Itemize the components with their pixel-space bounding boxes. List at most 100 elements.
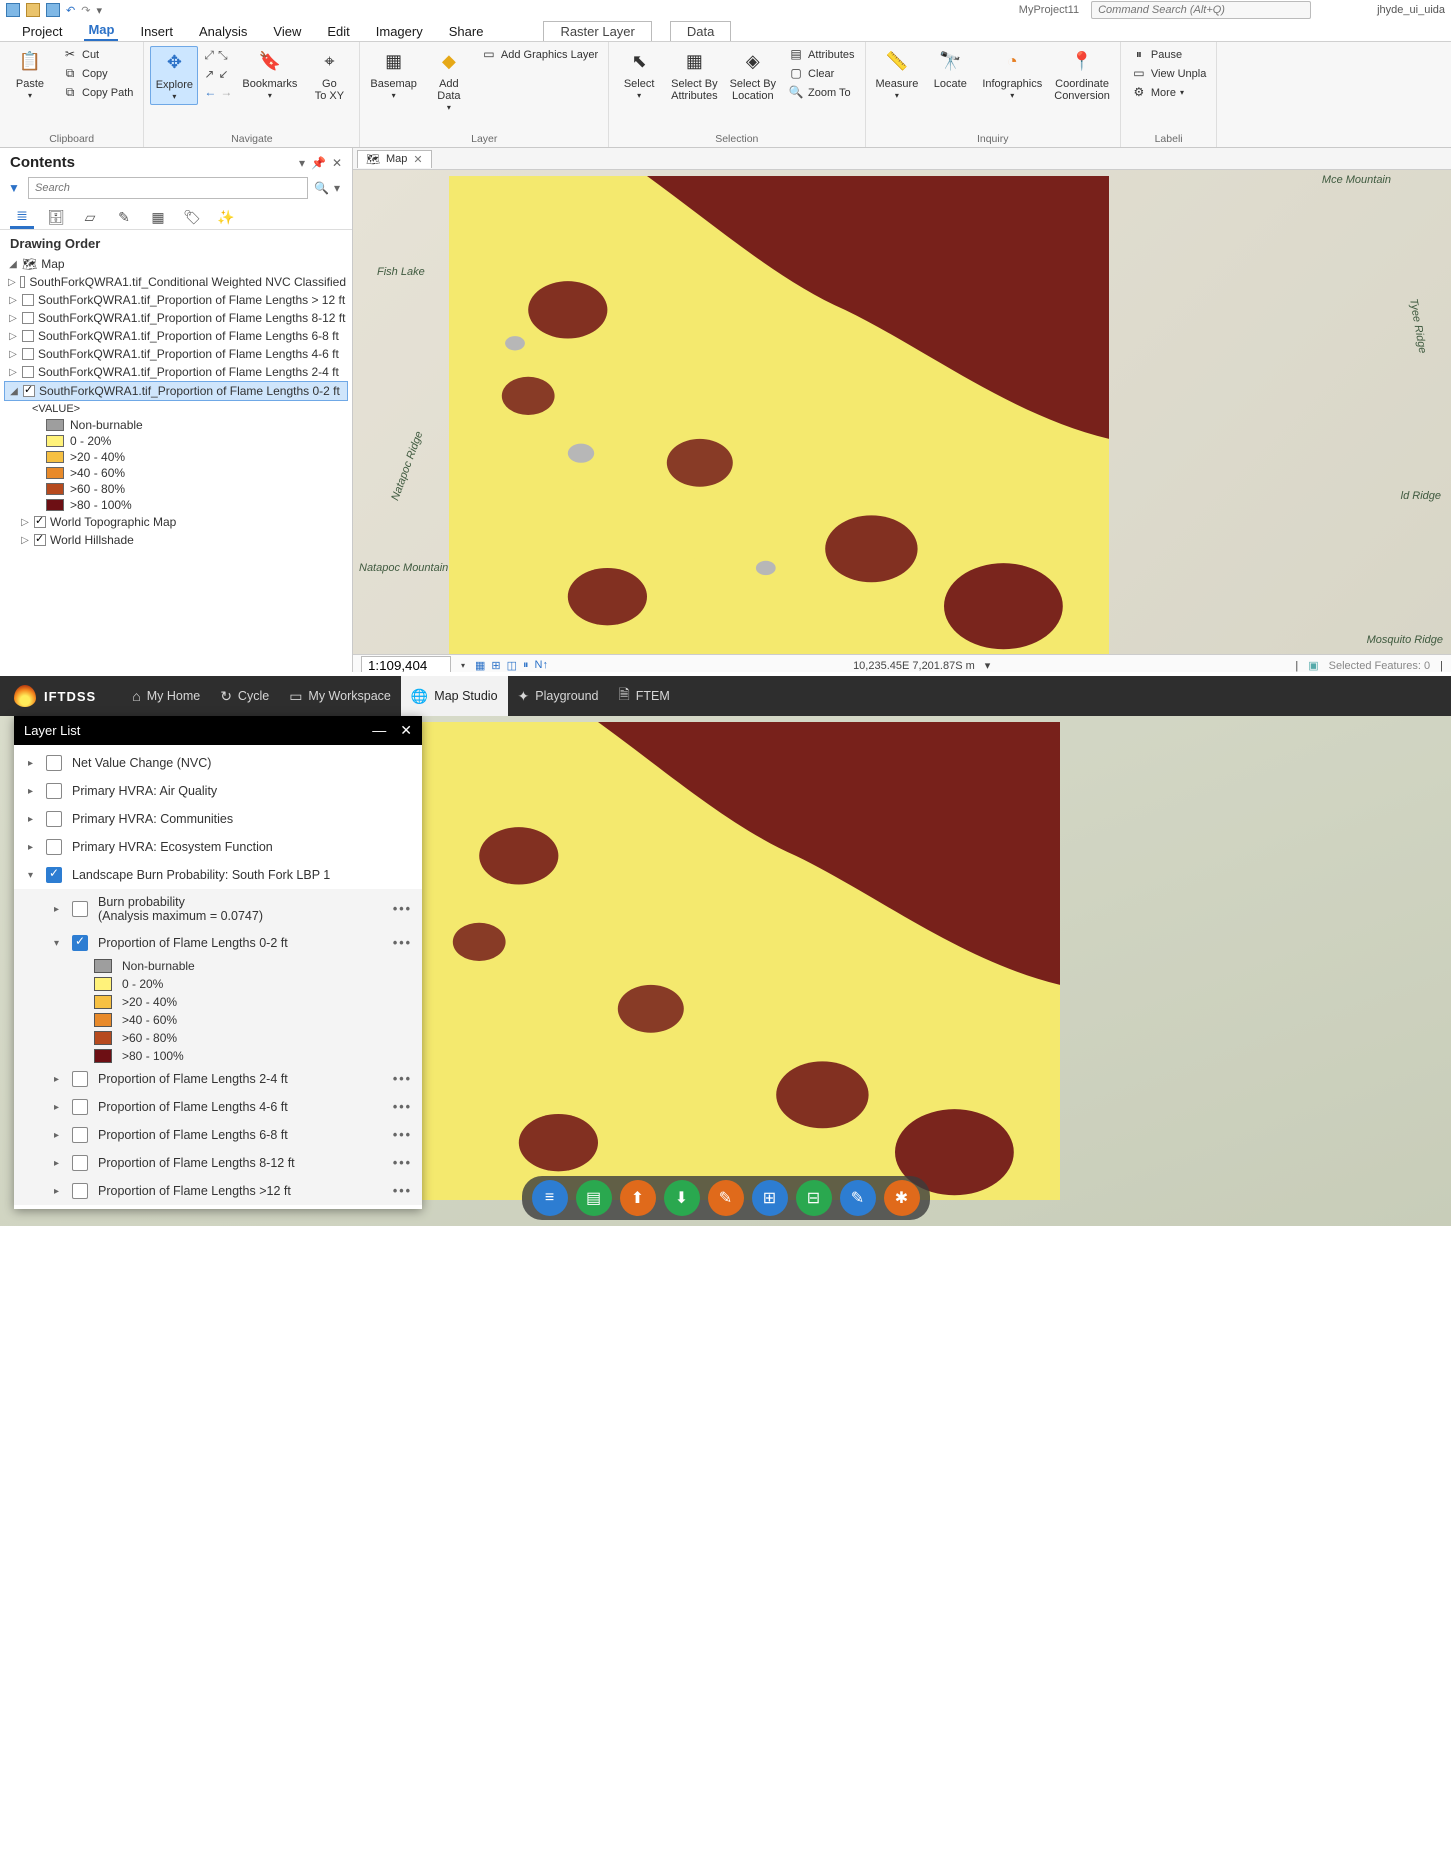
map-tool-button[interactable]: ▤ — [576, 1180, 612, 1216]
expand-icon[interactable]: ▸ — [54, 1074, 62, 1085]
layer-checkbox[interactable] — [72, 1155, 88, 1171]
more-icon[interactable]: ••• — [393, 936, 412, 950]
layer-list-item[interactable]: ▸Primary HVRA: Ecosystem Function — [14, 833, 422, 861]
select-button[interactable]: ⬉Select▾ — [615, 46, 663, 103]
prev-extent-icon[interactable]: ← — [204, 85, 216, 99]
list-by-perspective-icon[interactable]: ✨ — [214, 205, 238, 229]
nav-item[interactable]: ↻Cycle — [210, 676, 279, 716]
layer-list-item[interactable]: ▸Proportion of Flame Lengths 6-8 ft••• — [14, 1121, 422, 1149]
more-button[interactable]: ⚙More▾ — [1127, 84, 1210, 102]
layer-checkbox[interactable] — [72, 1071, 88, 1087]
close-tab-icon[interactable]: ✕ — [413, 153, 422, 166]
layer-checkbox[interactable] — [22, 348, 34, 360]
layer-list-item[interactable]: ▸Net Value Change (NVC) — [14, 749, 422, 777]
redo-icon[interactable]: ↷ — [81, 4, 90, 17]
expand-icon[interactable]: ▷ — [8, 295, 18, 306]
map-tool-button[interactable]: ⬆ — [620, 1180, 656, 1216]
layer-checkbox[interactable] — [46, 811, 62, 827]
zoom-sel-icon[interactable]: ⤡ — [218, 48, 228, 63]
close-icon[interactable]: ✕ — [332, 156, 342, 170]
expand-icon[interactable]: ▷ — [8, 277, 16, 288]
layer-checkbox[interactable] — [46, 755, 62, 771]
layer-checkbox[interactable] — [46, 867, 62, 883]
map-scale-input[interactable] — [361, 656, 451, 675]
layer-list-item[interactable]: ▸Proportion of Flame Lengths 4-6 ft••• — [14, 1093, 422, 1121]
expand-icon[interactable]: ▸ — [28, 814, 36, 825]
more-icon[interactable]: ••• — [393, 1156, 412, 1170]
layer-checkbox[interactable] — [34, 534, 46, 546]
toc-base-layer[interactable]: ▷World Hillshade — [4, 531, 348, 549]
brand[interactable]: IFTDSS — [14, 685, 96, 707]
layer-list-item[interactable]: ▾Proportion of Flame Lengths 0-2 ft••• — [14, 929, 422, 957]
list-by-labeling-icon[interactable]: 🏷 — [180, 205, 204, 229]
grid-icon[interactable]: ⊞ — [491, 659, 500, 672]
layer-list-item[interactable]: ▸Proportion of Flame Lengths 2-4 ft••• — [14, 1065, 422, 1093]
layer-checkbox[interactable] — [72, 1183, 88, 1199]
infographics-button[interactable]: ◔Infographics▾ — [978, 46, 1046, 103]
coords-caret-icon[interactable]: ▾ — [985, 659, 991, 672]
select-by-location-button[interactable]: ◈Select By Location — [726, 46, 780, 104]
layer-checkbox[interactable] — [22, 366, 34, 378]
more-icon[interactable]: ••• — [393, 902, 412, 916]
toc-base-layer[interactable]: ▷World Topographic Map — [4, 513, 348, 531]
new-project-icon[interactable] — [6, 3, 20, 17]
gotoxy-button[interactable]: ⌖ Go To XY — [305, 46, 353, 104]
layer-checkbox[interactable] — [20, 276, 26, 288]
cut-button[interactable]: ✂Cut — [58, 46, 137, 64]
minimize-icon[interactable]: — — [372, 722, 386, 739]
toc-layer[interactable]: ▷SouthForkQWRA1.tif_Proportion of Flame … — [4, 291, 348, 309]
expand-icon[interactable]: ◢ — [9, 386, 19, 397]
expand-icon[interactable]: ▾ — [54, 938, 62, 949]
toc-layer[interactable]: ▷SouthForkQWRA1.tif_Proportion of Flame … — [4, 327, 348, 345]
qat-caret-icon[interactable]: ▾ — [96, 4, 102, 17]
toc-layer[interactable]: ▷SouthForkQWRA1.tif_Conditional Weighted… — [4, 273, 348, 291]
clear-button[interactable]: ▢Clear — [784, 65, 858, 83]
dyn-icon[interactable]: ◫ — [507, 659, 517, 672]
layer-checkbox[interactable] — [72, 1099, 88, 1115]
zoom-to-button[interactable]: 🔍Zoom To — [784, 84, 858, 102]
nav-item[interactable]: ⌂My Home — [122, 676, 210, 716]
toc-layer[interactable]: ▷SouthForkQWRA1.tif_Proportion of Flame … — [4, 363, 348, 381]
search-caret-icon[interactable]: ▾ — [334, 181, 344, 195]
select-by-attributes-button[interactable]: ▦Select By Attributes — [667, 46, 721, 104]
locate-button[interactable]: 🔭Locate — [926, 46, 974, 92]
expand-icon[interactable]: ▸ — [54, 1130, 62, 1141]
layer-list-item[interactable]: ▾Landscape Burn Probability: South Fork … — [14, 861, 422, 889]
copy-path-button[interactable]: ⧉Copy Path — [58, 84, 137, 102]
list-by-editing-icon[interactable]: ✎ — [112, 205, 136, 229]
nav-item[interactable]: 🗎FTEM — [609, 676, 680, 716]
layer-checkbox[interactable] — [23, 385, 35, 397]
list-by-snapping-icon[interactable]: ▦ — [146, 205, 170, 229]
filter-icon[interactable]: ▼ — [8, 181, 22, 195]
map-tool-button[interactable]: ⊞ — [752, 1180, 788, 1216]
expand-icon[interactable]: ▸ — [28, 758, 36, 769]
expand-icon[interactable]: ▷ — [8, 367, 18, 378]
list-by-drawing-order-icon[interactable]: ≣ — [10, 205, 34, 229]
pause-draw-icon[interactable]: ⏸ — [523, 659, 529, 672]
nav-item[interactable]: ✦Playground — [508, 676, 609, 716]
map-tool-button[interactable]: ✱ — [884, 1180, 920, 1216]
map-tool-button[interactable]: ⬇ — [664, 1180, 700, 1216]
tab-map[interactable]: Map — [84, 20, 118, 41]
pin-icon[interactable]: 📌 — [311, 156, 326, 170]
more-icon[interactable]: ••• — [393, 1100, 412, 1114]
map-tool-button[interactable]: ✎ — [840, 1180, 876, 1216]
expand-icon[interactable]: ▷ — [8, 331, 18, 342]
layer-list-item[interactable]: ▸Primary HVRA: Air Quality — [14, 777, 422, 805]
expand-icon[interactable]: ▷ — [8, 349, 18, 360]
map-canvas[interactable]: Fish Lake Natapoc Ridge Natapoc Mountain… — [353, 170, 1451, 654]
tab-raster-layer[interactable]: Raster Layer — [543, 21, 651, 41]
more-icon[interactable]: ••• — [393, 1072, 412, 1086]
layer-checkbox[interactable] — [46, 783, 62, 799]
contents-search-input[interactable] — [28, 177, 308, 199]
basemap-button[interactable]: ▦Basemap▾ — [366, 46, 420, 103]
zoom-full-icon[interactable]: ⤢ — [204, 48, 214, 63]
expand-icon[interactable]: ▸ — [54, 1158, 62, 1169]
attributes-button[interactable]: ▤Attributes — [784, 46, 858, 64]
toc-layer[interactable]: ▷SouthForkQWRA1.tif_Proportion of Flame … — [4, 345, 348, 363]
layer-checkbox[interactable] — [22, 312, 34, 324]
view-unplaced-button[interactable]: ▭View Unpla — [1127, 65, 1210, 83]
save-icon[interactable] — [46, 3, 60, 17]
list-by-selection-icon[interactable]: ▱ — [78, 205, 102, 229]
tab-data[interactable]: Data — [670, 21, 731, 41]
